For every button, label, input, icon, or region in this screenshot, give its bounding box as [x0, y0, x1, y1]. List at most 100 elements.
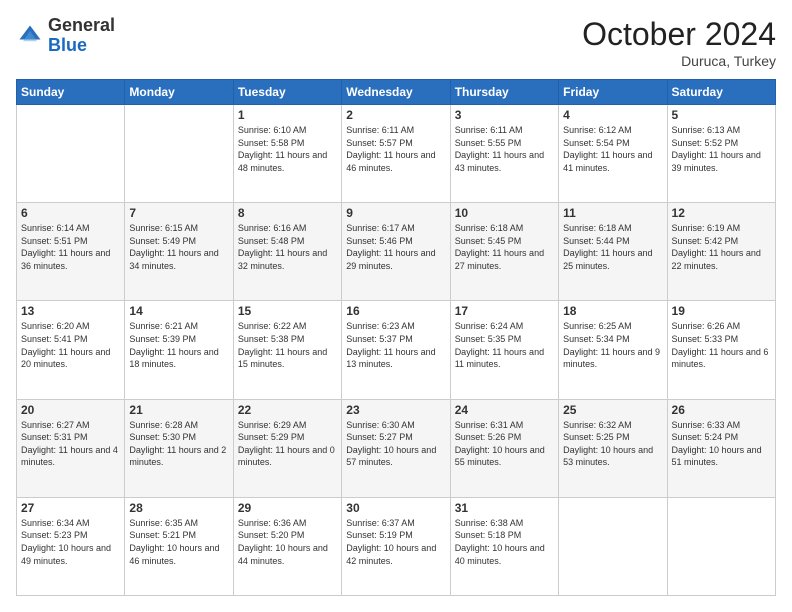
- day-info: Sunrise: 6:12 AMSunset: 5:54 PMDaylight:…: [563, 124, 662, 174]
- th-tuesday: Tuesday: [233, 80, 341, 105]
- day-number: 3: [455, 108, 554, 122]
- day-info: Sunrise: 6:17 AMSunset: 5:46 PMDaylight:…: [346, 222, 445, 272]
- day-number: 27: [21, 501, 120, 515]
- day-info: Sunrise: 6:27 AMSunset: 5:31 PMDaylight:…: [21, 419, 120, 469]
- calendar-cell: 9 Sunrise: 6:17 AMSunset: 5:46 PMDaylight…: [342, 203, 450, 301]
- calendar-cell: 21Sunrise: 6:28 AMSunset: 5:30 PMDayligh…: [125, 399, 233, 497]
- calendar-cell: 25 Sunrise: 6:32 AMSunset: 5:25 PMDayligh…: [559, 399, 667, 497]
- day-number: 30: [346, 501, 445, 515]
- calendar-cell: 10Sunrise: 6:18 AMSunset: 5:45 PMDayligh…: [450, 203, 558, 301]
- calendar-cell: 20Sunrise: 6:27 AMSunset: 5:31 PMDayligh…: [17, 399, 125, 497]
- calendar-week-4: 20Sunrise: 6:27 AMSunset: 5:31 PMDayligh…: [17, 399, 776, 497]
- day-number: 31: [455, 501, 554, 515]
- day-info: Sunrise: 6:24 AMSunset: 5:35 PMDaylight:…: [455, 320, 554, 370]
- day-number: 8: [238, 206, 337, 220]
- calendar-week-3: 13 Sunrise: 6:20 AMSunset: 5:41 PMDayligh…: [17, 301, 776, 399]
- day-number: 10: [455, 206, 554, 220]
- calendar-cell: 18 Sunrise: 6:25 AMSunset: 5:34 PMDayligh…: [559, 301, 667, 399]
- day-number: 5: [672, 108, 771, 122]
- th-friday: Friday: [559, 80, 667, 105]
- day-info: Sunrise: 6:14 AMSunset: 5:51 PMDaylight:…: [21, 222, 120, 272]
- day-number: 18: [563, 304, 662, 318]
- page: General Blue October 2024 Duruca, Turkey…: [0, 0, 792, 612]
- day-info: Sunrise: 6:28 AMSunset: 5:30 PMDaylight:…: [129, 419, 228, 469]
- day-info: Sunrise: 6:32 AMSunset: 5:25 PMDaylight:…: [563, 419, 662, 469]
- day-info: Sunrise: 6:20 AMSunset: 5:41 PMDaylight:…: [21, 320, 120, 370]
- calendar-cell: 31 Sunrise: 6:38 AMSunset: 5:18 PMDayligh…: [450, 497, 558, 595]
- day-number: 16: [346, 304, 445, 318]
- calendar-body: 1 Sunrise: 6:10 AMSunset: 5:58 PMDaylight…: [17, 105, 776, 596]
- calendar-cell: 16 Sunrise: 6:23 AMSunset: 5:37 PMDayligh…: [342, 301, 450, 399]
- calendar-cell: 3 Sunrise: 6:11 AMSunset: 5:55 PMDaylight…: [450, 105, 558, 203]
- calendar-cell: 5 Sunrise: 6:13 AMSunset: 5:52 PMDaylight…: [667, 105, 775, 203]
- day-info: Sunrise: 6:21 AMSunset: 5:39 PMDaylight:…: [129, 320, 228, 370]
- th-monday: Monday: [125, 80, 233, 105]
- calendar-cell: 6 Sunrise: 6:14 AMSunset: 5:51 PMDaylight…: [17, 203, 125, 301]
- header-row: Sunday Monday Tuesday Wednesday Thursday…: [17, 80, 776, 105]
- day-number: 6: [21, 206, 120, 220]
- day-info: Sunrise: 6:10 AMSunset: 5:58 PMDaylight:…: [238, 124, 337, 174]
- calendar-cell: 1 Sunrise: 6:10 AMSunset: 5:58 PMDaylight…: [233, 105, 341, 203]
- day-number: 19: [672, 304, 771, 318]
- day-info: Sunrise: 6:26 AMSunset: 5:33 PMDaylight:…: [672, 320, 771, 370]
- calendar-week-2: 6 Sunrise: 6:14 AMSunset: 5:51 PMDaylight…: [17, 203, 776, 301]
- calendar-cell: 11Sunrise: 6:18 AMSunset: 5:44 PMDayligh…: [559, 203, 667, 301]
- day-info: Sunrise: 6:15 AMSunset: 5:49 PMDaylight:…: [129, 222, 228, 272]
- logo-general: General: [48, 15, 115, 35]
- day-info: Sunrise: 6:34 AMSunset: 5:23 PMDaylight:…: [21, 517, 120, 567]
- location-subtitle: Duruca, Turkey: [582, 53, 776, 69]
- calendar-cell: [17, 105, 125, 203]
- day-info: Sunrise: 6:37 AMSunset: 5:19 PMDaylight:…: [346, 517, 445, 567]
- day-number: 1: [238, 108, 337, 122]
- calendar-cell: 28 Sunrise: 6:35 AMSunset: 5:21 PMDayligh…: [125, 497, 233, 595]
- logo-blue: Blue: [48, 35, 87, 55]
- calendar-cell: 12 Sunrise: 6:19 AMSunset: 5:42 PMDayligh…: [667, 203, 775, 301]
- calendar-cell: 7Sunrise: 6:15 AMSunset: 5:49 PMDaylight…: [125, 203, 233, 301]
- day-number: 23: [346, 403, 445, 417]
- day-number: 26: [672, 403, 771, 417]
- day-info: Sunrise: 6:29 AMSunset: 5:29 PMDaylight:…: [238, 419, 337, 469]
- day-number: 15: [238, 304, 337, 318]
- th-saturday: Saturday: [667, 80, 775, 105]
- calendar-week-1: 1 Sunrise: 6:10 AMSunset: 5:58 PMDaylight…: [17, 105, 776, 203]
- day-info: Sunrise: 6:35 AMSunset: 5:21 PMDaylight:…: [129, 517, 228, 567]
- day-number: 12: [672, 206, 771, 220]
- day-info: Sunrise: 6:36 AMSunset: 5:20 PMDaylight:…: [238, 517, 337, 567]
- day-info: Sunrise: 6:23 AMSunset: 5:37 PMDaylight:…: [346, 320, 445, 370]
- day-number: 14: [129, 304, 228, 318]
- day-number: 2: [346, 108, 445, 122]
- day-info: Sunrise: 6:25 AMSunset: 5:34 PMDaylight:…: [563, 320, 662, 370]
- day-number: 9: [346, 206, 445, 220]
- day-info: Sunrise: 6:19 AMSunset: 5:42 PMDaylight:…: [672, 222, 771, 272]
- day-info: Sunrise: 6:38 AMSunset: 5:18 PMDaylight:…: [455, 517, 554, 567]
- calendar-cell: 29Sunrise: 6:36 AMSunset: 5:20 PMDayligh…: [233, 497, 341, 595]
- logo-text: General Blue: [48, 16, 115, 56]
- day-info: Sunrise: 6:11 AMSunset: 5:55 PMDaylight:…: [455, 124, 554, 174]
- day-info: Sunrise: 6:13 AMSunset: 5:52 PMDaylight:…: [672, 124, 771, 174]
- calendar-cell: 22Sunrise: 6:29 AMSunset: 5:29 PMDayligh…: [233, 399, 341, 497]
- logo-icon: [16, 22, 44, 50]
- calendar-cell: 24 Sunrise: 6:31 AMSunset: 5:26 PMDayligh…: [450, 399, 558, 497]
- day-number: 4: [563, 108, 662, 122]
- calendar-cell: 26Sunrise: 6:33 AMSunset: 5:24 PMDayligh…: [667, 399, 775, 497]
- header: General Blue October 2024 Duruca, Turkey: [16, 16, 776, 69]
- day-number: 24: [455, 403, 554, 417]
- day-info: Sunrise: 6:31 AMSunset: 5:26 PMDaylight:…: [455, 419, 554, 469]
- calendar-week-5: 27 Sunrise: 6:34 AMSunset: 5:23 PMDayligh…: [17, 497, 776, 595]
- day-info: Sunrise: 6:18 AMSunset: 5:44 PMDaylight:…: [563, 222, 662, 272]
- calendar-cell: 30 Sunrise: 6:37 AMSunset: 5:19 PMDayligh…: [342, 497, 450, 595]
- month-title: October 2024: [582, 16, 776, 53]
- title-block: October 2024 Duruca, Turkey: [582, 16, 776, 69]
- day-number: 13: [21, 304, 120, 318]
- th-thursday: Thursday: [450, 80, 558, 105]
- calendar-table: Sunday Monday Tuesday Wednesday Thursday…: [16, 79, 776, 596]
- day-number: 25: [563, 403, 662, 417]
- calendar-cell: 27 Sunrise: 6:34 AMSunset: 5:23 PMDayligh…: [17, 497, 125, 595]
- day-number: 17: [455, 304, 554, 318]
- calendar-cell: 19 Sunrise: 6:26 AMSunset: 5:33 PMDayligh…: [667, 301, 775, 399]
- day-info: Sunrise: 6:11 AMSunset: 5:57 PMDaylight:…: [346, 124, 445, 174]
- day-number: 28: [129, 501, 228, 515]
- calendar-cell: 17 Sunrise: 6:24 AMSunset: 5:35 PMDayligh…: [450, 301, 558, 399]
- th-sunday: Sunday: [17, 80, 125, 105]
- calendar-cell: [125, 105, 233, 203]
